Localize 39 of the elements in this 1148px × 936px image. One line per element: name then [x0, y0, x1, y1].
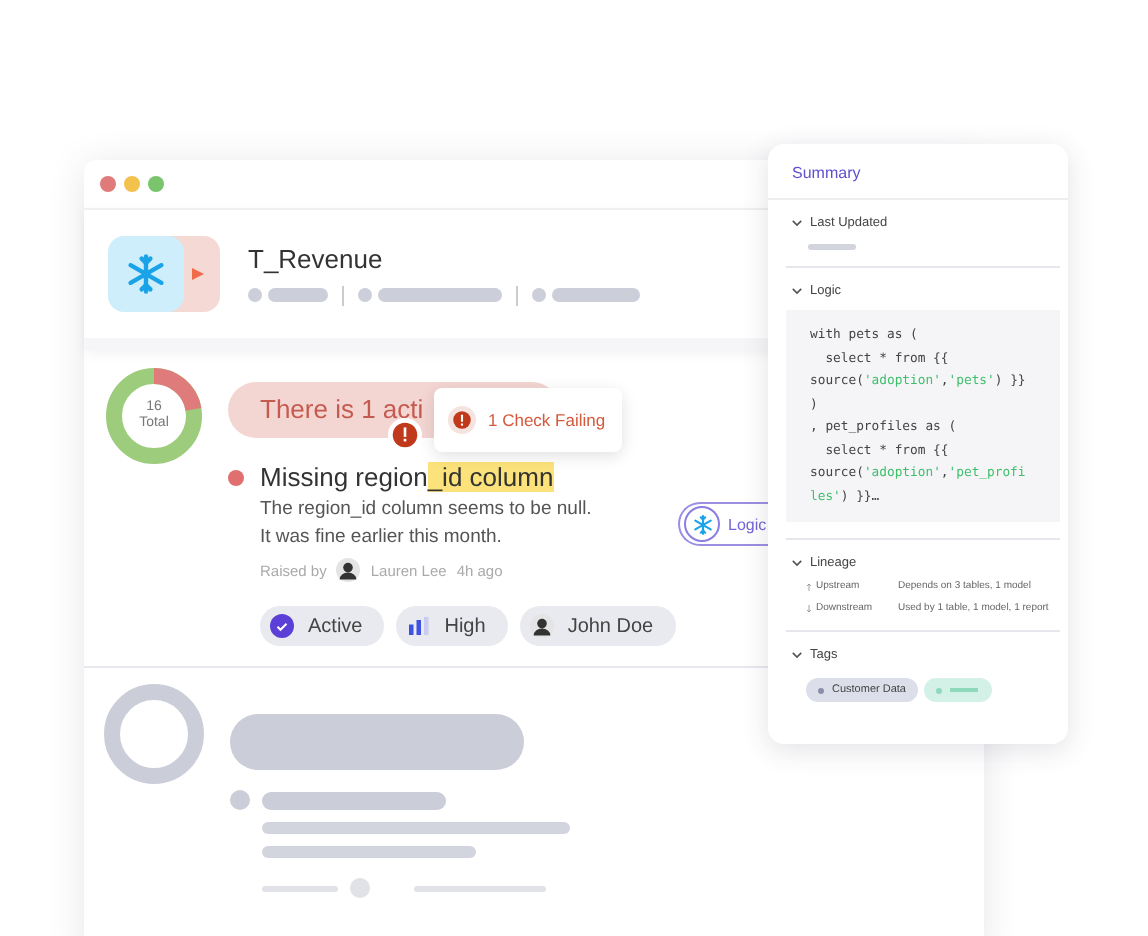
- status-dot: [228, 469, 244, 485]
- chevron-icon[interactable]: [790, 216, 804, 230]
- placeholder-dot: [248, 288, 262, 302]
- donut-chart-drawing: [104, 366, 204, 466]
- priority-chip[interactable]: High: [396, 606, 508, 646]
- panel-title: Summary: [768, 144, 1068, 200]
- placeholder-dot: [532, 288, 546, 302]
- snowflake-icon: [124, 252, 168, 296]
- check-icon: [270, 614, 294, 638]
- placeholder-dot: [358, 288, 372, 302]
- placeholder-bar: [552, 288, 640, 302]
- ribbon-icon: [188, 264, 208, 284]
- chevron-icon[interactable]: [790, 648, 804, 662]
- chevron-icon[interactable]: [790, 284, 804, 298]
- alert-icon: [388, 418, 422, 452]
- status-chip[interactable]: Active: [260, 606, 385, 646]
- chevron-icon[interactable]: [790, 556, 804, 570]
- table-title: T_Revenue: [248, 243, 385, 273]
- window-control-dot[interactable]: [124, 176, 140, 192]
- window-control-dot[interactable]: [148, 176, 164, 192]
- down-arrow-icon: [806, 603, 812, 613]
- placeholder-ring: [104, 684, 204, 784]
- logic-chip[interactable]: Logic: [678, 502, 768, 546]
- up-arrow-icon: [806, 581, 812, 591]
- snowflake-icon: [691, 513, 713, 535]
- placeholder-bar: [808, 244, 856, 250]
- assignee-chip[interactable]: John Doe: [519, 606, 676, 646]
- avatar-icon: [336, 558, 361, 582]
- window-control-dot[interactable]: [100, 176, 116, 192]
- priority-bars-icon: [406, 614, 431, 638]
- avatar-icon: [529, 614, 554, 638]
- placeholder-dot: [230, 790, 250, 810]
- issue-description: The region_id column seems to be null.: [260, 498, 594, 520]
- placeholder-bar: [268, 288, 328, 302]
- alert-icon: [448, 406, 476, 434]
- issue-description: It was fine earlier this month.: [260, 526, 504, 548]
- placeholder-bar: [378, 288, 502, 302]
- placeholder-dot: [350, 878, 370, 898]
- placeholder-tag: [924, 678, 992, 702]
